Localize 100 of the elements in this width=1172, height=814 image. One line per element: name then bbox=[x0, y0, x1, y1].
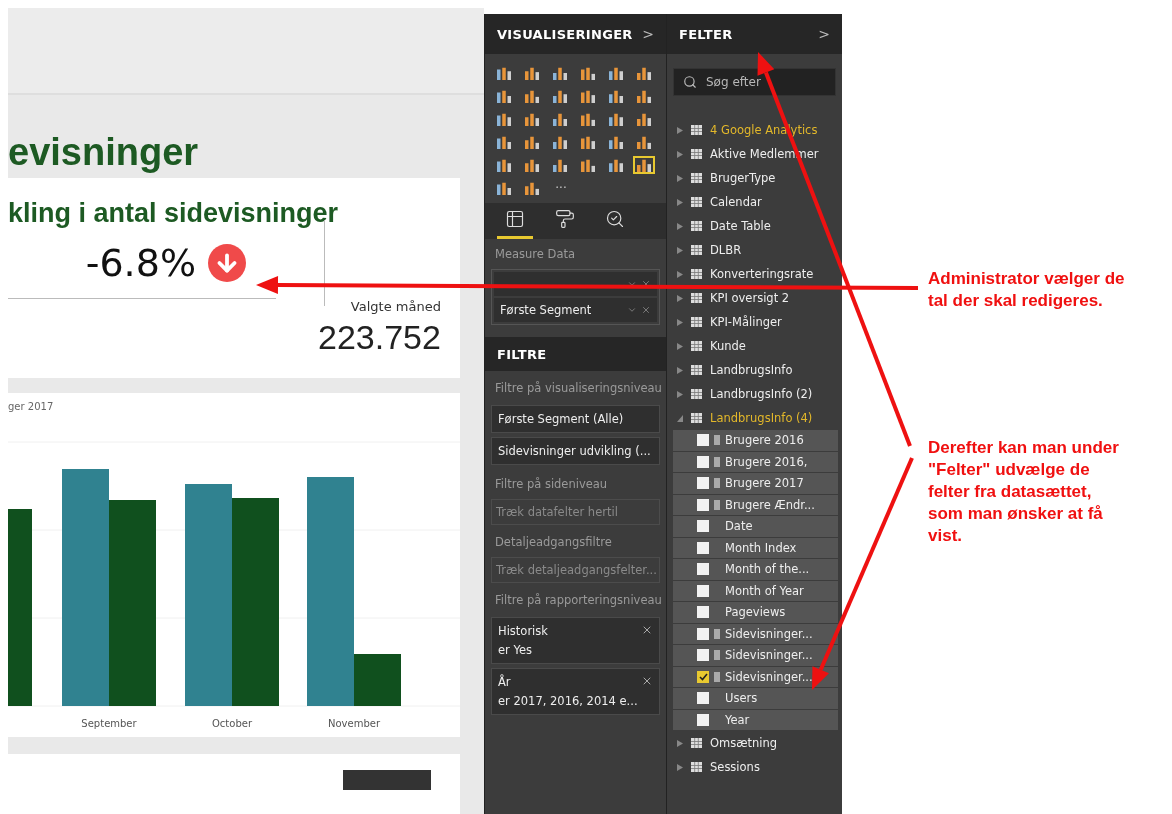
table-icon bbox=[691, 221, 702, 231]
table-item[interactable]: KPI-Målinger bbox=[667, 310, 842, 334]
field-item[interactable]: Users bbox=[673, 688, 838, 710]
table-icon bbox=[691, 125, 702, 135]
collapse-chevron[interactable]: > bbox=[642, 26, 654, 42]
table-item[interactable]: Omsætning bbox=[667, 731, 842, 755]
table-icon bbox=[691, 173, 702, 183]
calculator-icon bbox=[714, 628, 720, 639]
calculator-icon bbox=[714, 456, 720, 467]
axis-label: September bbox=[81, 717, 137, 729]
table-icon bbox=[691, 197, 702, 207]
panel-title: VISUALISERINGER bbox=[497, 26, 633, 42]
collapsed-triangle-icon[interactable] bbox=[677, 318, 683, 326]
checkbox[interactable] bbox=[697, 606, 709, 619]
checkbox[interactable] bbox=[697, 649, 709, 662]
close-icon[interactable] bbox=[641, 305, 651, 315]
checkbox[interactable] bbox=[697, 713, 709, 726]
panel-title: FILTRE bbox=[497, 346, 547, 362]
close-icon[interactable] bbox=[641, 624, 653, 636]
well-label: Measure Data bbox=[494, 246, 576, 263]
magnifier-icon bbox=[605, 209, 625, 229]
table-icon bbox=[691, 341, 702, 351]
section-label: Filtre på sideniveau bbox=[494, 476, 609, 493]
field-item[interactable]: Sidevisninger... bbox=[673, 645, 838, 667]
collapsed-triangle-icon[interactable] bbox=[677, 222, 683, 230]
table-icon bbox=[691, 245, 702, 255]
kpi-side-value: 223.752 bbox=[318, 317, 441, 357]
table-item[interactable]: Kunde bbox=[667, 334, 842, 358]
table-icon bbox=[691, 365, 702, 375]
checkbox[interactable] bbox=[697, 434, 709, 447]
collapsed-triangle-icon[interactable] bbox=[677, 294, 683, 302]
calculator-icon bbox=[714, 499, 720, 510]
section-label: Filtre på visualiseringsniveau bbox=[494, 380, 663, 397]
checkbox[interactable] bbox=[697, 520, 709, 533]
calculator-icon bbox=[714, 435, 720, 446]
filter-card[interactable]: Første Segment (Alle) bbox=[491, 405, 660, 433]
collapsed-triangle-icon[interactable] bbox=[677, 342, 683, 350]
axis-label: November bbox=[328, 717, 380, 729]
table-icon bbox=[691, 149, 702, 159]
collapsed-triangle-icon[interactable] bbox=[677, 270, 683, 278]
table-item[interactable]: KPI oversigt 2 bbox=[667, 286, 842, 310]
collapsed-triangle-icon[interactable] bbox=[677, 763, 683, 771]
more-visuals[interactable]: ··· bbox=[549, 181, 573, 195]
table-item[interactable]: Date Table bbox=[667, 214, 842, 238]
annotation-text: Derefter kan man under "Felter" udvælge de felter fra datasættet, som man ønsker at få vist. bbox=[928, 437, 1120, 547]
table-item[interactable]: LandbrugsInfo bbox=[667, 358, 842, 382]
field-item[interactable]: Date bbox=[673, 516, 838, 538]
checkbox[interactable] bbox=[697, 670, 709, 683]
kpi-value: -6.8% bbox=[85, 241, 196, 286]
collapsed-triangle-icon[interactable] bbox=[677, 198, 683, 206]
filter-card[interactable]: Sidevisninger udvikling (... bbox=[491, 437, 660, 465]
search-field[interactable]: Søg efter bbox=[673, 68, 836, 96]
filter-card[interactable]: År er 2017, 2016, 2014 e... bbox=[491, 668, 660, 715]
table-item[interactable]: Konverteringsrate bbox=[667, 262, 842, 286]
collapsed-triangle-icon[interactable] bbox=[677, 246, 683, 254]
table-item[interactable]: BrugerType bbox=[667, 166, 842, 190]
field-item[interactable]: Brugere Ændr... bbox=[673, 494, 838, 516]
field-item[interactable]: Pageviews bbox=[673, 602, 838, 624]
checkbox[interactable] bbox=[697, 498, 709, 511]
collapsed-triangle-icon[interactable] bbox=[677, 174, 683, 182]
table-item[interactable]: DLBR bbox=[667, 238, 842, 262]
checkbox[interactable] bbox=[697, 541, 709, 554]
expanded-triangle-icon[interactable] bbox=[677, 414, 683, 422]
table-item[interactable]: LandbrugsInfo (4) bbox=[667, 406, 842, 430]
checkbox[interactable] bbox=[697, 455, 709, 468]
panel-title: FELTER bbox=[679, 26, 733, 42]
fields-tab[interactable] bbox=[497, 209, 533, 239]
checkbox[interactable] bbox=[697, 477, 709, 490]
collapsed-triangle-icon[interactable] bbox=[677, 126, 683, 134]
close-icon[interactable] bbox=[641, 675, 653, 687]
calculator-icon bbox=[714, 478, 720, 489]
table-icon bbox=[505, 209, 525, 229]
checkbox[interactable] bbox=[697, 627, 709, 640]
collapse-chevron[interactable]: > bbox=[818, 26, 830, 42]
table-item[interactable]: LandbrugsInfo (2) bbox=[667, 382, 842, 406]
table-item[interactable]: Sessions bbox=[667, 755, 842, 779]
field-item[interactable]: Brugere 2017 bbox=[673, 473, 838, 495]
field-item[interactable]: Month of Year bbox=[673, 580, 838, 602]
field-well-item[interactable]: Første Segment bbox=[494, 298, 657, 322]
checkbox[interactable] bbox=[697, 692, 709, 705]
kpi-title: kling i antal sidevisninger bbox=[8, 196, 340, 229]
field-item[interactable]: Brugere 2016, bbox=[673, 451, 838, 473]
checkbox[interactable] bbox=[697, 584, 709, 597]
collapsed-triangle-icon[interactable] bbox=[677, 390, 683, 398]
filter-card[interactable]: Historisk er Yes bbox=[491, 617, 660, 664]
field-item[interactable]: Month Index bbox=[673, 537, 838, 559]
section-label: Detaljeadgangsfiltre bbox=[494, 534, 613, 551]
field-item[interactable]: Brugere 2016 bbox=[673, 430, 838, 452]
field-item[interactable]: Month of the... bbox=[673, 559, 838, 581]
page-title: evisninger bbox=[8, 130, 200, 175]
chart-type-icon[interactable] bbox=[633, 156, 655, 174]
table-icon bbox=[691, 413, 702, 423]
field-item[interactable]: Year bbox=[673, 709, 838, 731]
annotation-text: Administrator vælger de tal der skal redigeres. bbox=[928, 268, 1126, 312]
table-item[interactable]: Calendar bbox=[667, 190, 842, 214]
collapsed-triangle-icon[interactable] bbox=[677, 150, 683, 158]
table-icon bbox=[691, 738, 702, 748]
collapsed-triangle-icon[interactable] bbox=[677, 739, 683, 747]
checkbox[interactable] bbox=[697, 563, 709, 576]
collapsed-triangle-icon[interactable] bbox=[677, 366, 683, 374]
